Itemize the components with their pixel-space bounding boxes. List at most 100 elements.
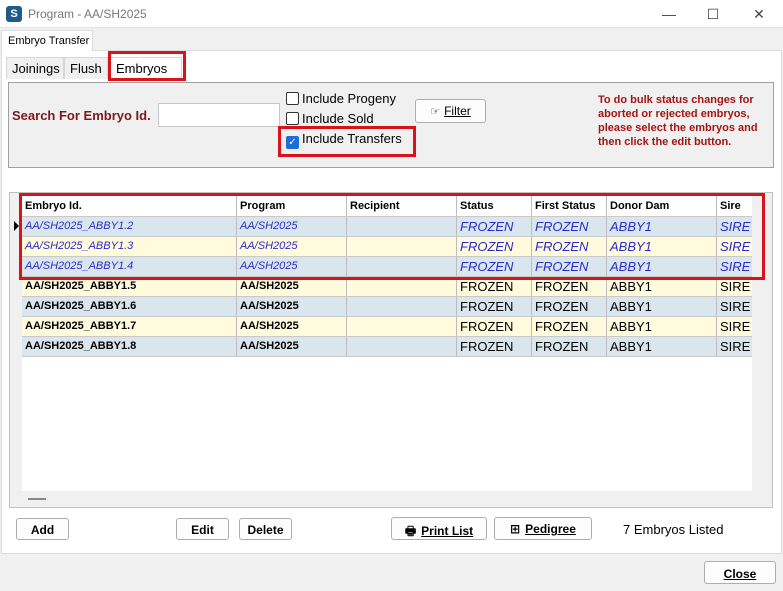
- cell-donor-dam: ABBY1: [607, 317, 717, 336]
- cell-program: AA/SH2025: [237, 277, 347, 296]
- cell-first-status: FROZEN: [532, 257, 607, 276]
- grid-header-row: Embryo Id. Program Recipient Status First St…: [22, 196, 752, 217]
- cell-sire: SIRE: [717, 277, 752, 296]
- tab-joinings[interactable]: Joinings: [6, 57, 64, 79]
- horizontal-scrollbar[interactable]: [28, 498, 46, 500]
- app-logo-icon: S: [6, 6, 22, 22]
- embryo-count: 7 Embryos Listed: [623, 522, 724, 537]
- tab-flush[interactable]: Flush: [64, 57, 108, 79]
- include-transfers-checkbox[interactable]: ✓ Include Transfers: [286, 131, 402, 149]
- cell-sire: SIRE: [717, 257, 752, 276]
- filter-button[interactable]: ☞ Filter: [415, 99, 486, 123]
- table-row[interactable]: AA/SH2025_ABBY1.7 AA/SH2025 FROZEN FROZEN AB…: [22, 317, 752, 337]
- window-title: Program - AA/SH2025: [28, 7, 147, 21]
- include-progeny-checkbox[interactable]: Include Progeny: [286, 91, 396, 107]
- edit-button[interactable]: Edit: [176, 518, 229, 540]
- bulk-status-help-text: To do bulk status changes for aborted or…: [598, 94, 758, 148]
- cell-program: AA/SH2025: [237, 237, 347, 256]
- cell-embryo-id: AA/SH2025_ABBY1.5: [22, 277, 237, 296]
- cell-first-status: FROZEN: [532, 237, 607, 256]
- cell-status: FROZEN: [457, 277, 532, 296]
- column-header-sire[interactable]: Sire: [717, 196, 752, 216]
- cell-donor-dam: ABBY1: [607, 257, 717, 276]
- cell-first-status: FROZEN: [532, 317, 607, 336]
- include-transfers-label: Include Transfers: [302, 131, 402, 146]
- print-list-label: Print List: [421, 524, 474, 538]
- cell-program: AA/SH2025: [237, 337, 347, 356]
- checkbox-box: [286, 92, 299, 105]
- cell-first-status: FROZEN: [532, 277, 607, 296]
- cell-sire: SIRE: [717, 217, 752, 236]
- cell-donor-dam: ABBY1: [607, 297, 717, 316]
- cell-status: FROZEN: [457, 337, 532, 356]
- cell-status: FROZEN: [457, 217, 532, 236]
- cell-donor-dam: ABBY1: [607, 237, 717, 256]
- cell-status: FROZEN: [457, 297, 532, 316]
- table-row[interactable]: AA/SH2025_ABBY1.5 AA/SH2025 FROZEN FROZEN AB…: [22, 277, 752, 297]
- cell-sire: SIRE: [717, 297, 752, 316]
- column-header-status[interactable]: Status: [457, 196, 532, 216]
- cell-program: AA/SH2025: [237, 297, 347, 316]
- tab-embryo-transfer[interactable]: Embryo Transfer: [1, 30, 93, 51]
- cell-sire: SIRE: [717, 337, 752, 356]
- cell-program: AA/SH2025: [237, 217, 347, 236]
- column-header-embryo-id[interactable]: Embryo Id.: [22, 196, 237, 216]
- embryo-grid[interactable]: Embryo Id. Program Recipient Status First St…: [22, 196, 752, 491]
- cell-embryo-id: AA/SH2025_ABBY1.6: [22, 297, 237, 316]
- table-row[interactable]: AA/SH2025_ABBY1.4 AA/SH2025 FROZEN FROZEN AB…: [22, 257, 752, 277]
- cell-recipient: [347, 257, 457, 276]
- cell-sire: SIRE: [717, 317, 752, 336]
- include-sold-checkbox[interactable]: Include Sold: [286, 111, 374, 127]
- table-row[interactable]: AA/SH2025_ABBY1.6 AA/SH2025 FROZEN FROZEN AB…: [22, 297, 752, 317]
- add-button[interactable]: Add: [16, 518, 69, 540]
- cell-donor-dam: ABBY1: [607, 277, 717, 296]
- minimize-button[interactable]: —: [647, 0, 691, 28]
- cell-embryo-id: AA/SH2025_ABBY1.4: [22, 257, 237, 276]
- checkbox-box: [286, 112, 299, 125]
- current-row-pointer-icon: [14, 221, 19, 231]
- close-window-button[interactable]: ✕: [737, 0, 781, 28]
- print-list-button[interactable]: 🖶 Print List: [391, 517, 487, 540]
- embryo-id-search-input[interactable]: [158, 103, 280, 127]
- column-header-first-status[interactable]: First Status: [532, 196, 607, 216]
- include-progeny-label: Include Progeny: [302, 91, 396, 106]
- cell-recipient: [347, 297, 457, 316]
- title-bar: S Program - AA/SH2025 — ☐ ✕: [0, 0, 783, 28]
- table-row[interactable]: AA/SH2025_ABBY1.3 AA/SH2025 FROZEN FROZEN AB…: [22, 237, 752, 257]
- cell-recipient: [347, 317, 457, 336]
- checkmark-icon: ✓: [286, 136, 299, 149]
- tab-embryos[interactable]: Embryos: [110, 57, 182, 79]
- column-header-program[interactable]: Program: [237, 196, 347, 216]
- cell-recipient: [347, 217, 457, 236]
- close-button-label: Close: [723, 567, 757, 581]
- funnel-icon: ☞: [430, 106, 441, 118]
- column-header-donor-dam[interactable]: Donor Dam: [607, 196, 717, 216]
- cell-first-status: FROZEN: [532, 337, 607, 356]
- cell-recipient: [347, 277, 457, 296]
- cell-embryo-id: AA/SH2025_ABBY1.2: [22, 217, 237, 236]
- close-button[interactable]: Close: [704, 561, 776, 584]
- maximize-button[interactable]: ☐: [691, 0, 735, 28]
- cell-embryo-id: AA/SH2025_ABBY1.3: [22, 237, 237, 256]
- cell-recipient: [347, 237, 457, 256]
- cell-embryo-id: AA/SH2025_ABBY1.7: [22, 317, 237, 336]
- cell-status: FROZEN: [457, 317, 532, 336]
- cell-embryo-id: AA/SH2025_ABBY1.8: [22, 337, 237, 356]
- column-header-recipient[interactable]: Recipient: [347, 196, 457, 216]
- cell-first-status: FROZEN: [532, 297, 607, 316]
- printer-icon: 🖶: [404, 524, 417, 538]
- cell-recipient: [347, 337, 457, 356]
- table-row[interactable]: AA/SH2025_ABBY1.2 AA/SH2025 FROZEN FROZEN AB…: [22, 217, 752, 237]
- table-row[interactable]: AA/SH2025_ABBY1.8 AA/SH2025 FROZEN FROZEN AB…: [22, 337, 752, 357]
- cell-program: AA/SH2025: [237, 257, 347, 276]
- cell-donor-dam: ABBY1: [607, 337, 717, 356]
- bottom-bar: [0, 554, 783, 591]
- filter-button-label: Filter: [444, 104, 471, 118]
- search-label: Search For Embryo Id.: [12, 108, 151, 123]
- delete-button[interactable]: Delete: [239, 518, 292, 540]
- pedigree-button[interactable]: ⊞ Pedigree: [494, 517, 592, 540]
- pedigree-tree-icon: ⊞: [510, 522, 521, 536]
- cell-sire: SIRE: [717, 237, 752, 256]
- cell-status: FROZEN: [457, 257, 532, 276]
- cell-first-status: FROZEN: [532, 217, 607, 236]
